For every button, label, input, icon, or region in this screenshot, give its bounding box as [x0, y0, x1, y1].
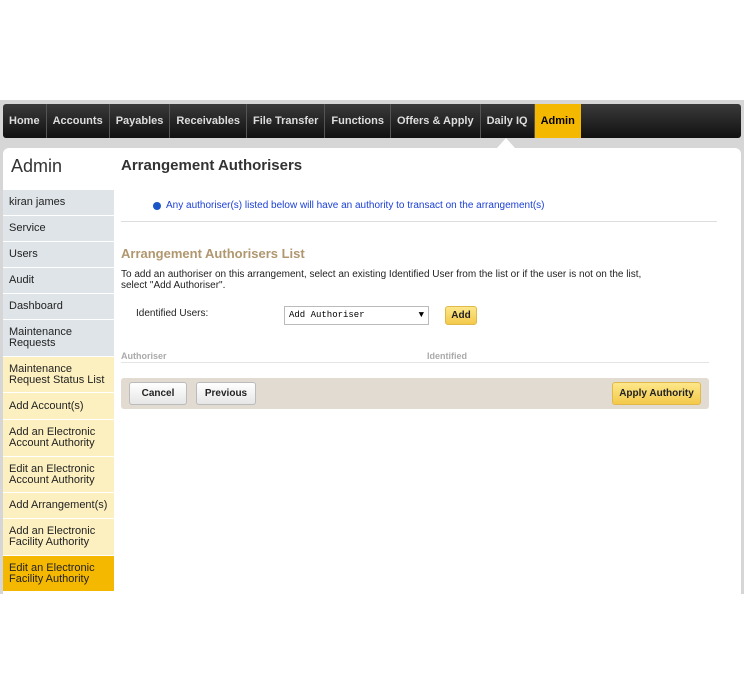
info-message: Any authoriser(s) listed below will have… [153, 200, 545, 211]
dropdown-arrow-icon: ▼ [418, 310, 424, 320]
sidebar-item[interactable]: Add an Electronic Account Authority [3, 420, 114, 457]
nav-tab-file-transfer[interactable]: File Transfer [247, 104, 326, 138]
active-tab-pointer [497, 138, 515, 148]
nav-tab-receivables[interactable]: Receivables [170, 104, 247, 138]
content-panel: Admin kiran james Service Users Audit Dashbo… [3, 148, 741, 594]
select-value: Add Authoriser [289, 310, 365, 320]
nav-tab-accounts[interactable]: Accounts [47, 104, 110, 138]
sidebar-item[interactable]: Add Account(s) [3, 393, 114, 420]
sidebar-item[interactable]: Users [3, 242, 114, 268]
sidebar-item[interactable]: Edit an Electronic Account Authority [3, 457, 114, 493]
column-header-identified: Identified [427, 351, 467, 361]
nav-tab-functions[interactable]: Functions [325, 104, 391, 138]
table-header-divider [121, 362, 709, 363]
divider [121, 221, 717, 222]
cancel-button[interactable]: Cancel [129, 382, 187, 405]
action-bar: Cancel Previous Apply Authority [121, 378, 709, 409]
sidebar-item[interactable]: Edit an Electronic Facility Authority [3, 556, 114, 592]
nav-tab-admin[interactable]: Admin [534, 104, 581, 138]
sidebar-item[interactable]: kiran james [3, 190, 114, 216]
apply-authority-button[interactable]: Apply Authority [612, 382, 701, 405]
nav-tab-daily-iq[interactable]: Daily IQ [481, 104, 535, 138]
previous-button[interactable]: Previous [196, 382, 256, 405]
sidebar-item[interactable]: Audit [3, 268, 114, 294]
sidebar-item[interactable]: Service [3, 216, 114, 242]
identified-users-select[interactable]: Add Authoriser ▼ [284, 306, 429, 325]
nav-tab-offers-apply[interactable]: Offers & Apply [391, 104, 481, 138]
nav-tab-payables[interactable]: Payables [110, 104, 171, 138]
info-text: Any authoriser(s) listed below will have… [166, 200, 545, 211]
nav-tab-home[interactable]: Home [3, 104, 47, 138]
sidebar-item[interactable]: Dashboard [3, 294, 114, 320]
description: To add an authoriser on this arrangement… [121, 269, 642, 291]
add-button[interactable]: Add [445, 306, 477, 325]
sidebar-item[interactable]: Maintenance Requests [3, 320, 114, 357]
page-title: Arrangement Authorisers [121, 157, 303, 174]
info-icon [153, 201, 161, 210]
sidebar-item[interactable]: Add an Electronic Facility Authority [3, 519, 114, 556]
sidebar: kiran james Service Users Audit Dashboard Mai… [3, 190, 114, 592]
section-title: Arrangement Authorisers List [121, 246, 305, 261]
top-nav: Home Accounts Payables Receivables File Tran… [3, 104, 741, 138]
sidebar-item[interactable]: Maintenance Request Status List [3, 357, 114, 393]
sidebar-item[interactable]: Add Arrangement(s) [3, 493, 114, 519]
identified-users-label: Identified Users: [136, 308, 209, 319]
sidebar-title: Admin [11, 156, 63, 176]
column-header-authoriser: Authoriser [121, 351, 167, 361]
